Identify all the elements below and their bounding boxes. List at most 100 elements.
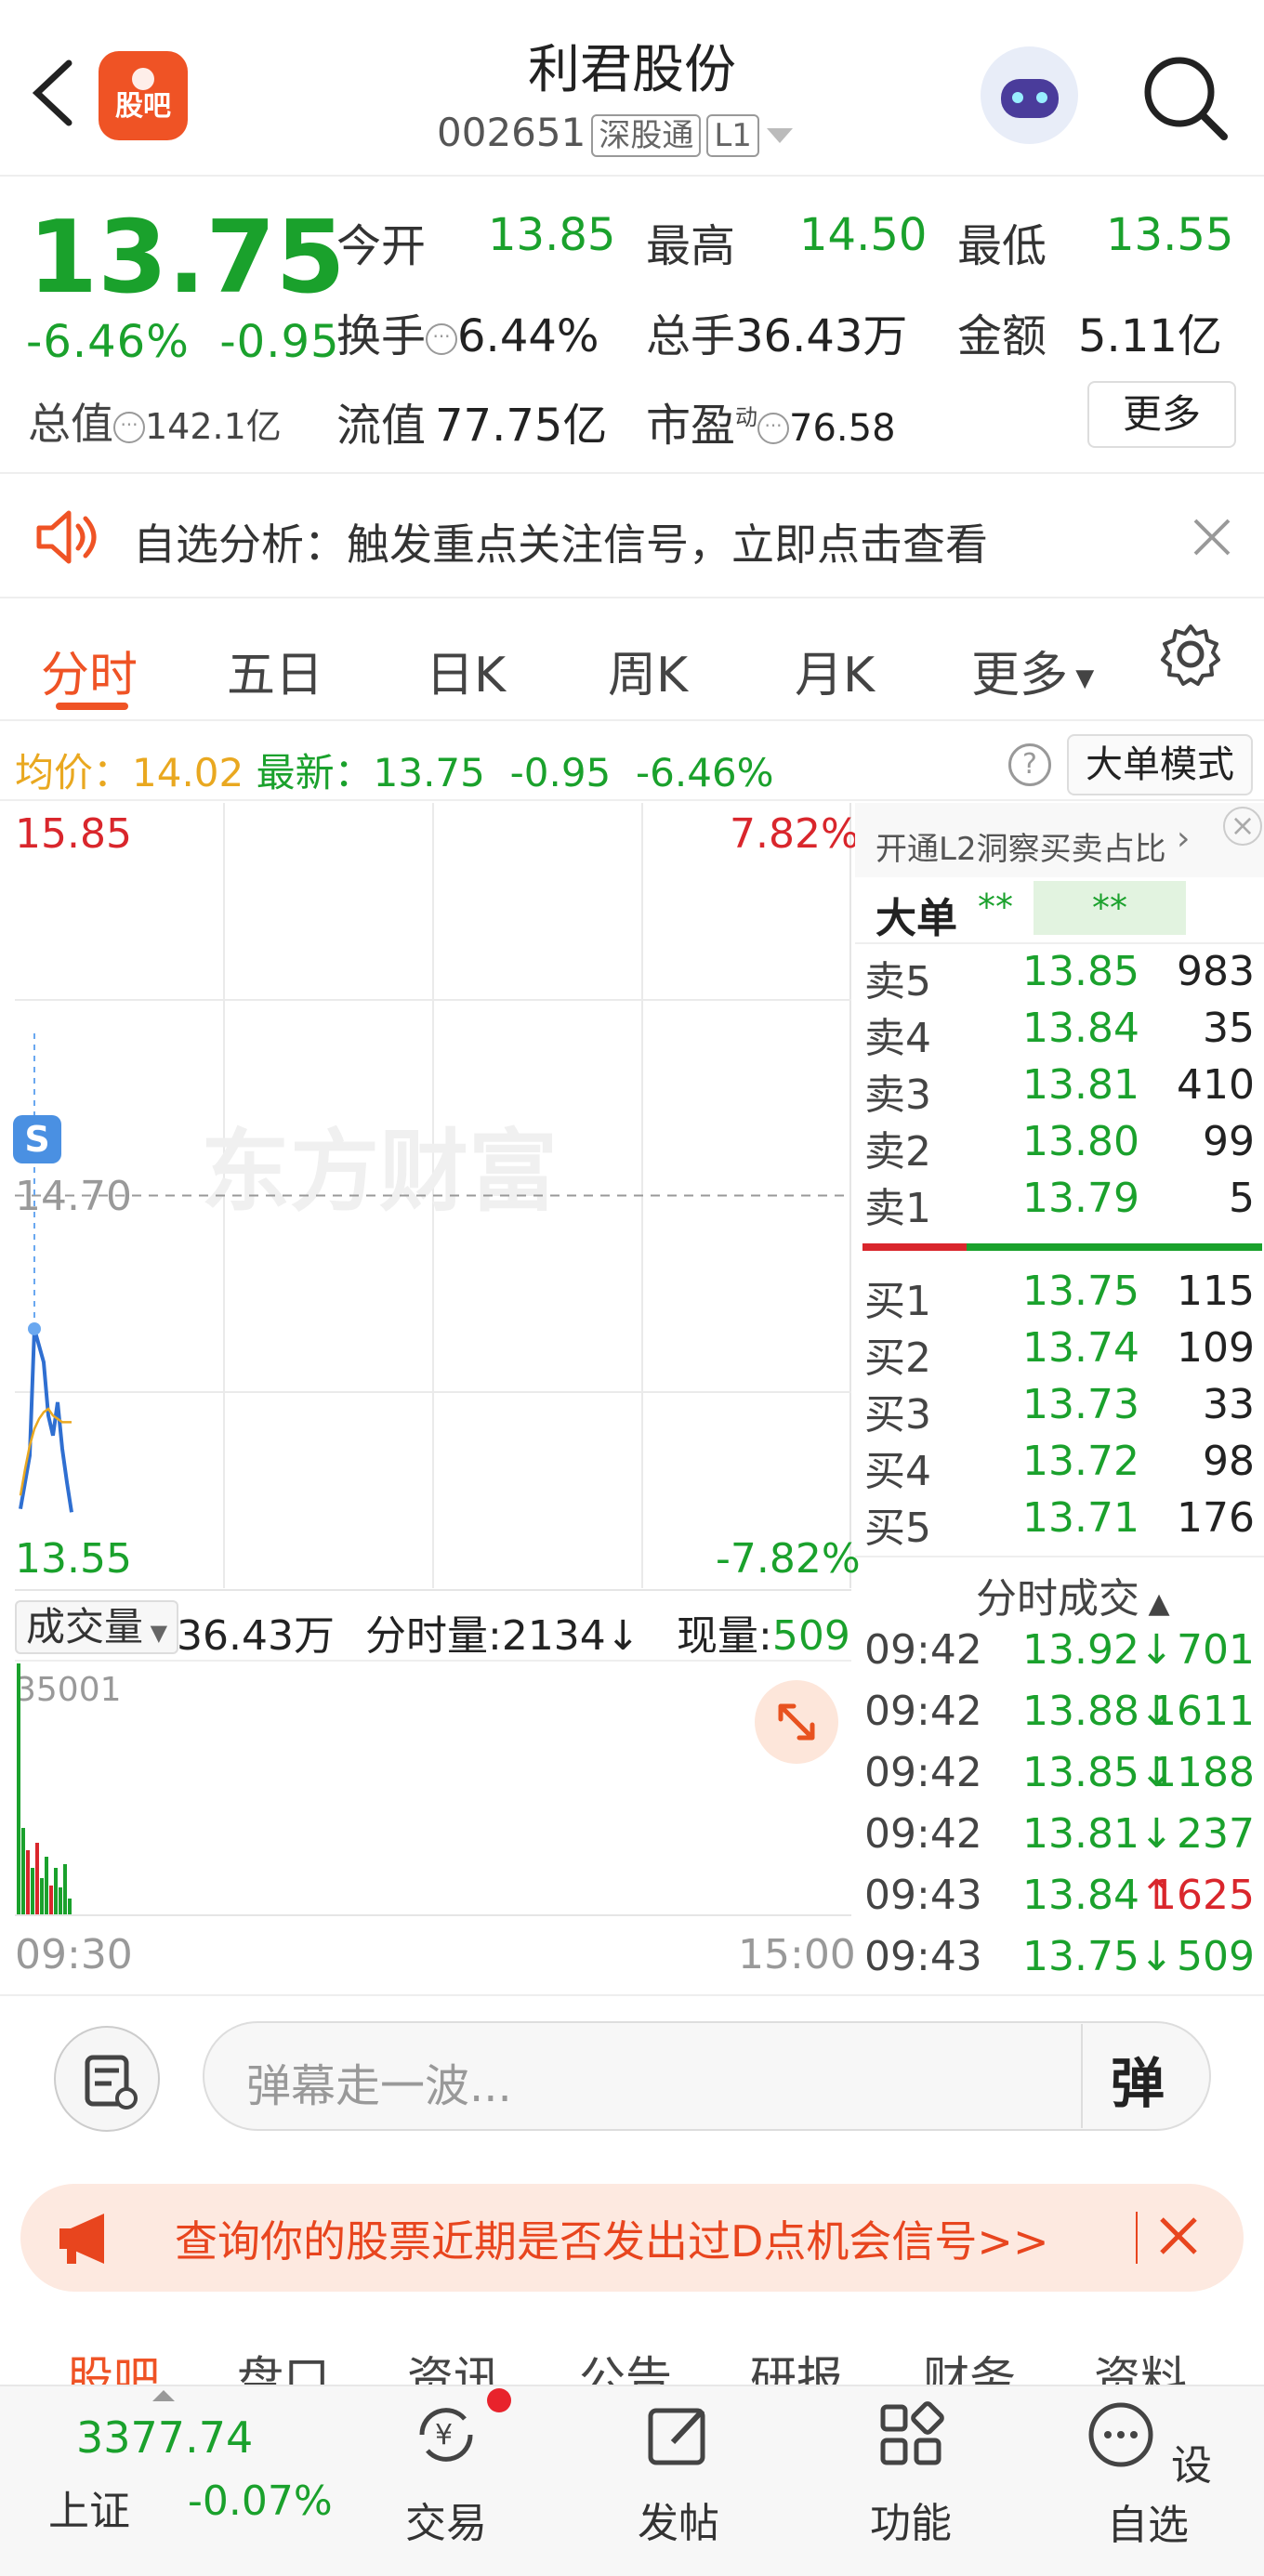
- bid-row[interactable]: 买3 13.73 33: [855, 1381, 1264, 1439]
- close-icon[interactable]: [1192, 517, 1232, 558]
- ask-level: 卖1: [864, 1185, 931, 1232]
- trades-header[interactable]: 分时成交 ▲: [976, 1565, 1170, 1624]
- ask-row[interactable]: 卖3 13.81 410: [855, 1061, 1264, 1119]
- ask-row[interactable]: 卖5 13.85 983: [855, 948, 1264, 1005]
- ask-price: 13.79: [1022, 1175, 1139, 1222]
- trade-qty: 237: [1177, 1810, 1255, 1858]
- info-icon[interactable]: ···: [113, 411, 145, 443]
- low-value: 13.55: [1106, 209, 1233, 261]
- volume-bar: [40, 1878, 44, 1914]
- low-item: 最低: [957, 209, 1047, 274]
- bid-row[interactable]: 买1 13.75 115: [855, 1268, 1264, 1325]
- info-icon[interactable]: ···: [757, 413, 790, 444]
- notification-dot: [487, 2388, 511, 2412]
- ask-qty: 983: [1177, 948, 1255, 995]
- ask-level: 卖3: [864, 1071, 931, 1119]
- ask-row[interactable]: 卖1 13.79 5: [855, 1175, 1264, 1232]
- ask-row[interactable]: 卖2 13.80 99: [855, 1118, 1264, 1176]
- help-icon[interactable]: ?: [1008, 743, 1051, 786]
- tab-news[interactable]: 资讯: [407, 2342, 500, 2388]
- open-item: 今开: [336, 209, 426, 274]
- close-icon[interactable]: [1158, 2215, 1199, 2256]
- grid-icon: [880, 2401, 944, 2465]
- bid-qty: 109: [1177, 1324, 1255, 1372]
- bid-price: 13.75: [1022, 1268, 1139, 1315]
- float-item: 流值 77.75亿: [336, 388, 607, 453]
- bid-price: 13.71: [1022, 1494, 1139, 1542]
- float-label: 流值: [336, 400, 427, 452]
- price-change: -6.46% -0.95: [26, 316, 340, 368]
- trade-qty: 1625: [1151, 1872, 1255, 1919]
- index-name: 上证: [48, 2488, 130, 2535]
- y-max-label: 15.85: [15, 810, 132, 858]
- nav-add-watchlist[interactable]: 设自选: [1073, 2398, 1222, 2551]
- amount-item: 金额 5.11亿: [957, 299, 1222, 364]
- tab-research[interactable]: 研报: [750, 2342, 843, 2388]
- search-icon[interactable]: [1139, 51, 1231, 144]
- amount-val: 5.11亿: [1078, 310, 1222, 362]
- tab-more[interactable]: 更多 ▼: [971, 636, 1094, 705]
- watermark: 东方财富: [201, 1120, 558, 1224]
- bid-row[interactable]: 买4 13.72 98: [855, 1438, 1264, 1495]
- gear-icon[interactable]: [1157, 621, 1224, 688]
- divider: [1081, 2024, 1083, 2128]
- ask-price: 13.81: [1022, 1061, 1139, 1109]
- tab-finance[interactable]: 财务: [923, 2342, 1016, 2388]
- tab-monthly-k[interactable]: 月K: [795, 636, 875, 705]
- big-order-mode-button[interactable]: 大单模式: [1067, 734, 1253, 795]
- intraday-chart[interactable]: 东方财富: [15, 803, 851, 1588]
- trade-row: 09:43 13.75↓ 509: [855, 1933, 1264, 1992]
- ask-price: 13.84: [1022, 1005, 1139, 1052]
- close-icon[interactable]: ×: [1223, 807, 1262, 846]
- speaker-icon: [36, 510, 97, 564]
- open-label: 今开: [336, 220, 427, 272]
- danmaku-toggle-icon[interactable]: 弹: [1111, 2040, 1165, 2118]
- tab-pankou[interactable]: 盘口: [237, 2342, 330, 2388]
- time-start: 09:30: [15, 1931, 133, 1978]
- trade-time: 09:42: [864, 1688, 982, 1735]
- tab-daily-k[interactable]: 日K: [426, 636, 506, 705]
- more-button[interactable]: 更多: [1087, 381, 1236, 448]
- bid-qty: 176: [1177, 1494, 1255, 1542]
- signal-marker[interactable]: S: [13, 1115, 61, 1163]
- bid-row[interactable]: 买5 13.71 176: [855, 1494, 1264, 1552]
- bid-qty: 115: [1177, 1268, 1255, 1315]
- comment-settings-icon[interactable]: [54, 2026, 160, 2132]
- high-value: 14.50: [799, 209, 927, 261]
- avg-label: 均价：: [15, 750, 133, 795]
- svg-text:¥: ¥: [435, 2419, 453, 2451]
- dropdown-icon[interactable]: [766, 127, 793, 143]
- divider: [1136, 2212, 1138, 2264]
- bid-level: 买5: [864, 1505, 931, 1552]
- nav-functions[interactable]: 功能: [855, 2398, 967, 2549]
- more-dots-icon: [1088, 2402, 1153, 2467]
- level-tag: L1: [706, 114, 759, 157]
- stock-code-row[interactable]: 002651 深股通 L1: [437, 110, 793, 157]
- l2-upsell[interactable]: 开通L2洞察买卖占比 › ×: [855, 803, 1264, 877]
- info-icon[interactable]: ···: [426, 323, 458, 355]
- d-signal-text[interactable]: 查询你的股票近期是否发出过D点机会信号>>: [175, 2208, 1049, 2269]
- volume-bar: [26, 1849, 30, 1914]
- index-value[interactable]: 3377.74: [76, 2412, 253, 2463]
- tab-five-day[interactable]: 五日: [227, 636, 323, 705]
- tab-profile[interactable]: 资料: [1094, 2342, 1187, 2388]
- tab-intraday[interactable]: 分时: [41, 636, 138, 705]
- robot-avatar-icon[interactable]: [981, 46, 1078, 144]
- ask-level: 卖5: [864, 958, 931, 1005]
- nav-post[interactable]: 发帖: [623, 2398, 734, 2549]
- guba-label: 股吧: [115, 90, 171, 123]
- tab-guba[interactable]: 股吧: [67, 2342, 160, 2388]
- tab-weekly-k[interactable]: 周K: [608, 636, 688, 705]
- tab-announcements[interactable]: 公告: [579, 2342, 672, 2388]
- nav-trade[interactable]: ¥ 交易: [390, 2398, 502, 2549]
- bid-row[interactable]: 买2 13.74 109: [855, 1324, 1264, 1382]
- trades-label: 分时成交: [976, 1575, 1139, 1623]
- banner-text[interactable]: 自选分析：触发重点关注信号，立即点击查看: [133, 511, 988, 572]
- back-arrow-icon[interactable]: [28, 58, 80, 128]
- ask-row[interactable]: 卖4 13.84 35: [855, 1005, 1264, 1062]
- big-order-bar: **: [1034, 881, 1186, 935]
- nav-functions-label: 功能: [870, 2500, 952, 2547]
- guba-icon[interactable]: 股吧: [99, 51, 188, 140]
- open-value: 13.85: [488, 209, 615, 261]
- turnover-label: 换手: [336, 310, 427, 362]
